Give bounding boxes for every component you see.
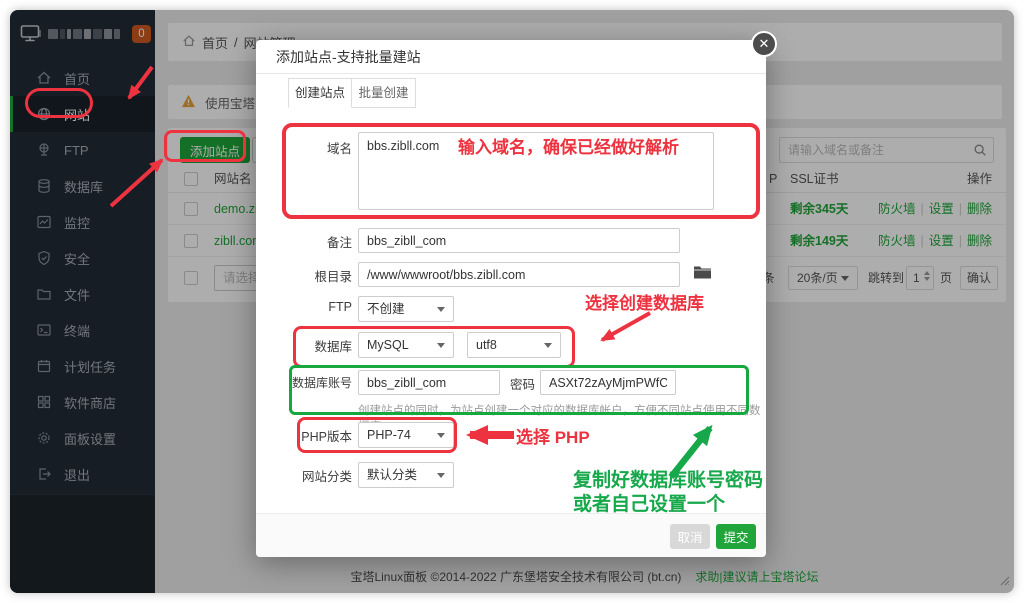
database-engine-select[interactable]: MySQL [358,332,454,358]
close-icon[interactable]: ✕ [751,31,777,57]
add-site-modal: 添加站点-支持批量建站 ✕ 创建站点 批量创建 域名 bbs.zibll.com… [256,40,766,557]
db-password-input[interactable] [540,370,676,395]
modal-title: 添加站点-支持批量建站 [256,40,766,74]
ftp-label: FTP [256,300,352,314]
remark-label: 备注 [256,232,352,251]
submit-button[interactable]: 提交 [716,524,756,549]
php-version-select[interactable]: PHP-74 [358,422,454,448]
tab-batch-create[interactable]: 批量创建 [352,78,416,108]
root-dir-label: 根目录 [256,266,352,285]
cancel-button[interactable]: 取消 [670,524,710,549]
chevron-down-icon [437,343,445,348]
db-account-label: 数据库账号 [256,374,352,391]
chevron-down-icon [437,307,445,312]
bt-panel-app: 0 首页 网站 FTP 数据库 监控 [10,10,1014,593]
db-password-label: 密码 [510,374,535,393]
domain-label: 域名 [256,138,352,157]
site-category-label: 网站分类 [256,466,352,485]
browse-folder-icon[interactable] [693,264,712,284]
domain-textarea[interactable]: bbs.zibll.com [358,132,714,210]
ftp-select[interactable]: 不创建 [358,296,454,322]
modal-tabs: 创建站点 批量创建 [288,78,416,108]
remark-input[interactable] [358,228,680,253]
database-charset-select[interactable]: utf8 [467,332,561,358]
root-dir-input[interactable] [358,262,680,287]
screenshot-frame: 0 首页 网站 FTP 数据库 监控 [0,0,1024,603]
modal-footer: 取消 提交 [256,513,766,557]
chevron-down-icon [544,343,552,348]
chevron-down-icon [437,433,445,438]
db-account-input[interactable] [358,370,500,395]
database-label: 数据库 [256,336,352,355]
tab-create-site[interactable]: 创建站点 [288,78,352,108]
site-category-select[interactable]: 默认分类 [358,462,454,488]
php-version-label: PHP版本 [256,426,352,445]
chevron-down-icon [437,473,445,478]
